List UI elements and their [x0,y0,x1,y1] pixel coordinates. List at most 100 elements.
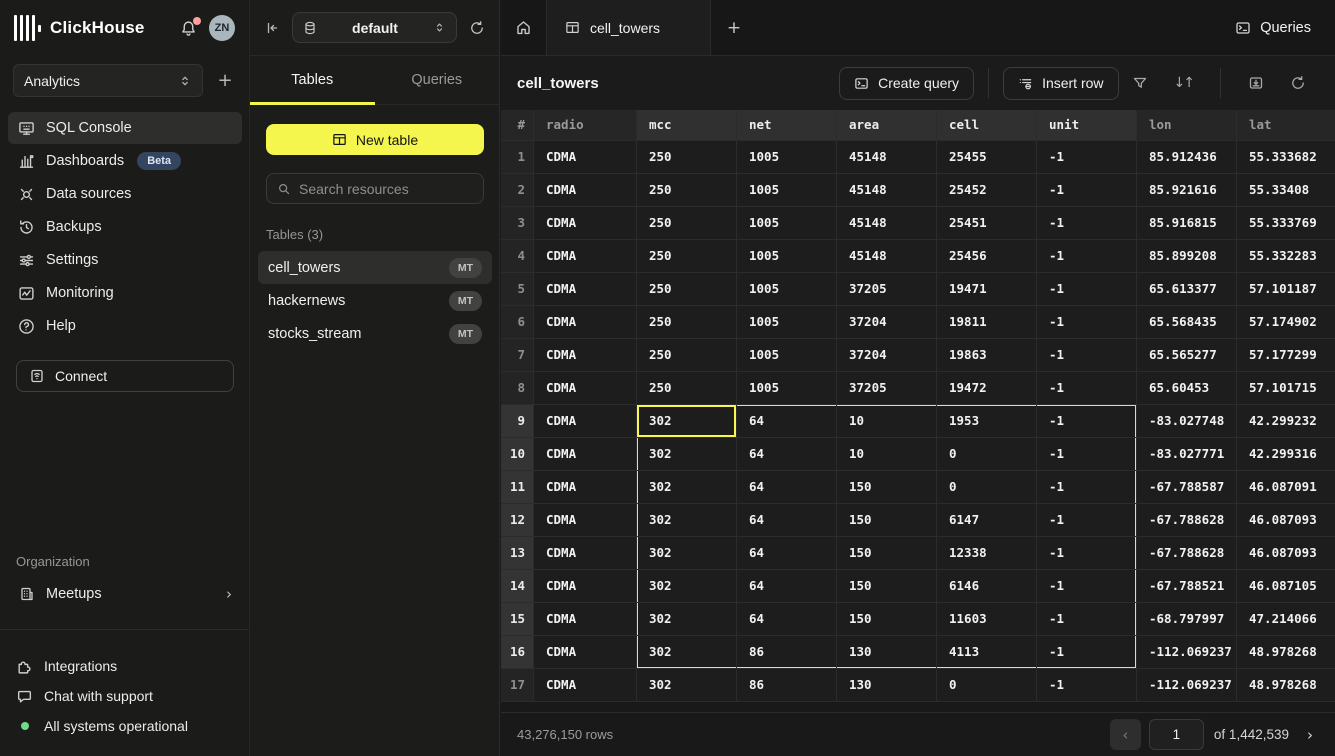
cell-radio[interactable]: CDMA [534,438,637,471]
cell-lon[interactable]: -67.788628 [1137,537,1237,570]
cell-cell[interactable]: 19471 [937,273,1037,306]
cell-lat[interactable]: 42.299232 [1237,405,1335,438]
cell-mcc[interactable]: 250 [637,174,737,207]
cell-net[interactable]: 1005 [737,207,837,240]
cell-lon[interactable]: -112.069237 [1137,636,1237,669]
cell-area[interactable]: 130 [837,669,937,702]
cell-cell[interactable]: 19863 [937,339,1037,372]
sidebar-footer-item-integrations[interactable]: Integrations [16,651,234,681]
row-number[interactable]: 9 [501,405,534,438]
row-number[interactable]: 11 [501,471,534,504]
cell-net[interactable]: 86 [737,636,837,669]
cell-unit[interactable]: -1 [1037,504,1137,537]
cell-radio[interactable]: CDMA [534,240,637,273]
cell-cell[interactable]: 6146 [937,570,1037,603]
cell-area[interactable]: 45148 [837,240,937,273]
cell-cell[interactable]: 0 [937,669,1037,702]
explorer-tab-queries[interactable]: Queries [375,56,500,104]
cell-net[interactable]: 64 [737,504,837,537]
grid-header-cell[interactable]: cell [937,110,1037,141]
cell-cell[interactable]: 19811 [937,306,1037,339]
cell-mcc[interactable]: 250 [637,273,737,306]
cell-lon[interactable]: -67.788521 [1137,570,1237,603]
cell-lat[interactable]: 55.333769 [1237,207,1335,240]
cell-unit[interactable]: -1 [1037,537,1137,570]
cell-radio[interactable]: CDMA [534,339,637,372]
cell-lat[interactable]: 57.101715 [1237,372,1335,405]
database-select[interactable]: default [292,12,457,43]
cell-mcc[interactable]: 302 [637,570,737,603]
cell-net[interactable]: 86 [737,669,837,702]
queries-button[interactable]: Queries [1211,0,1335,55]
cell-lon[interactable]: 65.613377 [1137,273,1237,306]
cell-radio[interactable]: CDMA [534,603,637,636]
cell-lon[interactable]: 85.921616 [1137,174,1237,207]
cell-lon[interactable]: -67.788587 [1137,471,1237,504]
cell-lon[interactable]: 65.60453 [1137,372,1237,405]
cell-unit[interactable]: -1 [1037,570,1137,603]
cell-unit[interactable]: -1 [1037,273,1137,306]
cell-lon[interactable]: 85.916815 [1137,207,1237,240]
cell-lon[interactable]: 85.912436 [1137,141,1237,174]
cell-area[interactable]: 37204 [837,306,937,339]
row-number[interactable]: 15 [501,603,534,636]
cell-lon[interactable]: -67.788628 [1137,504,1237,537]
cell-mcc[interactable]: 250 [637,141,737,174]
row-number[interactable]: 17 [501,669,534,702]
cell-lat[interactable]: 42.299316 [1237,438,1335,471]
cell-area[interactable]: 45148 [837,141,937,174]
cell-area[interactable]: 10 [837,438,937,471]
cell-area[interactable]: 150 [837,570,937,603]
cell-lon[interactable]: -83.027771 [1137,438,1237,471]
next-page-button[interactable]: › [1301,726,1319,744]
cell-net[interactable]: 64 [737,438,837,471]
cell-lat[interactable]: 55.33408 [1237,174,1335,207]
sidebar-item-backups[interactable]: Backups [8,211,242,243]
cell-area[interactable]: 45148 [837,207,937,240]
avatar[interactable]: ZN [209,15,235,41]
cell-cell[interactable]: 0 [937,471,1037,504]
cell-lat[interactable]: 46.087105 [1237,570,1335,603]
cell-area[interactable]: 150 [837,537,937,570]
tab-cell-towers[interactable]: cell_towers [547,0,711,55]
create-query-button[interactable]: Create query [839,67,974,100]
cell-unit[interactable]: -1 [1037,471,1137,504]
cell-radio[interactable]: CDMA [534,537,637,570]
collapse-panel-icon[interactable] [264,20,280,36]
row-number[interactable]: 1 [501,141,534,174]
cell-unit[interactable]: -1 [1037,339,1137,372]
cell-unit[interactable]: -1 [1037,207,1137,240]
cell-mcc[interactable]: 302 [637,669,737,702]
cell-radio[interactable]: CDMA [534,306,637,339]
row-number[interactable]: 3 [501,207,534,240]
cell-unit[interactable]: -1 [1037,240,1137,273]
sidebar-item-meetups[interactable]: Meetups › [8,578,242,610]
refresh-tables-icon[interactable] [469,20,485,36]
table-list-item-cell_towers[interactable]: cell_towersMT [258,251,492,284]
cell-lat[interactable]: 46.087091 [1237,471,1335,504]
cell-unit[interactable]: -1 [1037,306,1137,339]
cell-unit[interactable]: -1 [1037,636,1137,669]
grid-header-lat[interactable]: lat [1237,110,1335,141]
cell-lon[interactable]: -68.797997 [1137,603,1237,636]
cell-lat[interactable]: 57.177299 [1237,339,1335,372]
sidebar-footer-item-chat-with-support[interactable]: Chat with support [16,681,234,711]
download-icon[interactable] [1235,75,1277,91]
cell-cell[interactable]: 25452 [937,174,1037,207]
cell-unit[interactable]: -1 [1037,372,1137,405]
grid-header-radio[interactable]: radio [534,110,637,141]
row-number[interactable]: 6 [501,306,534,339]
cell-area[interactable]: 37205 [837,372,937,405]
cell-cell[interactable]: 19472 [937,372,1037,405]
cell-mcc[interactable]: 302 [637,504,737,537]
cell-net[interactable]: 1005 [737,273,837,306]
cell-net[interactable]: 64 [737,537,837,570]
row-number[interactable]: 12 [501,504,534,537]
insert-row-button[interactable]: Insert row [1003,67,1118,100]
cell-net[interactable]: 1005 [737,174,837,207]
cell-lat[interactable]: 57.101187 [1237,273,1335,306]
grid-header-area[interactable]: area [837,110,937,141]
cell-unit[interactable]: -1 [1037,405,1137,438]
explorer-tab-tables[interactable]: Tables [250,56,375,104]
cell-lat[interactable]: 46.087093 [1237,504,1335,537]
